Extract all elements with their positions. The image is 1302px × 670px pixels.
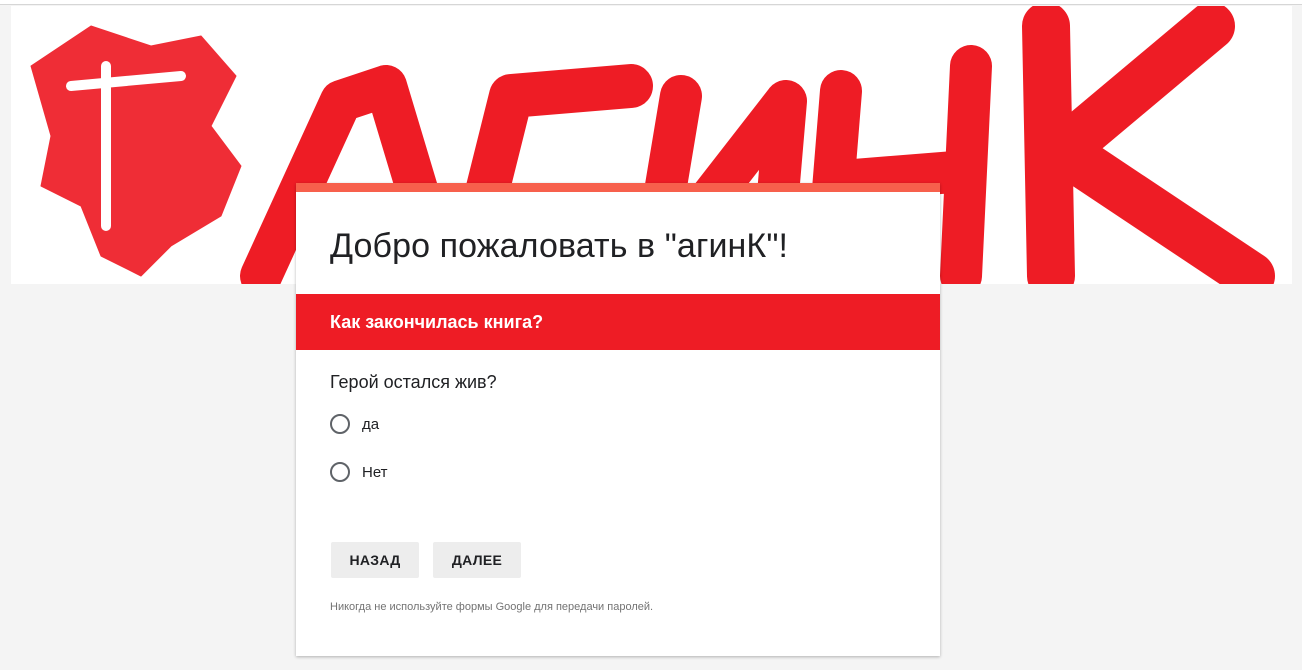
next-button[interactable]: ДАЛЕЕ bbox=[433, 542, 521, 578]
form-title: Добро пожаловать в "агинК"! bbox=[330, 227, 789, 265]
password-warning-note: Никогда не используйте формы Google для … bbox=[330, 601, 654, 613]
option-label: да bbox=[362, 415, 380, 433]
back-button[interactable]: НАЗАД bbox=[331, 542, 419, 578]
question-title: Герой остался жив? bbox=[330, 372, 497, 392]
radio-circle-icon[interactable] bbox=[330, 462, 350, 482]
radio-option-da[interactable]: да bbox=[330, 413, 379, 435]
section-header: Как закончилась книга? bbox=[296, 294, 940, 350]
top-border bbox=[0, 0, 1302, 5]
form-card: Добро пожаловать в "агинК"! Как закончил… bbox=[296, 183, 940, 656]
option-label: Нет bbox=[362, 463, 388, 481]
radio-circle-icon[interactable] bbox=[330, 414, 350, 434]
radio-option-net[interactable]: Нет bbox=[330, 461, 388, 483]
form-accent-bar bbox=[296, 183, 940, 192]
